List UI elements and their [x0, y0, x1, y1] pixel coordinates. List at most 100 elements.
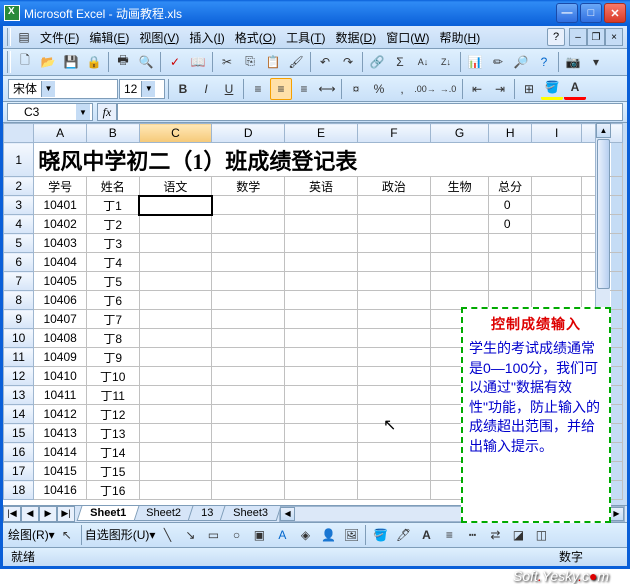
- row-header[interactable]: 13: [4, 386, 34, 405]
- table-row[interactable]: 610404丁4: [4, 253, 623, 272]
- cell[interactable]: [357, 253, 430, 272]
- cell[interactable]: 丁4: [86, 253, 139, 272]
- menu-window[interactable]: 窗口(W): [381, 27, 434, 48]
- header-english[interactable]: 英语: [285, 177, 358, 196]
- increase-indent-button[interactable]: ⇥: [489, 78, 511, 100]
- cell[interactable]: [285, 291, 358, 310]
- cell[interactable]: [212, 215, 285, 234]
- drawing-toggle-button[interactable]: ✏: [487, 51, 509, 73]
- cell[interactable]: [357, 234, 430, 253]
- mdi-minimize-button[interactable]: –: [569, 28, 587, 46]
- prev-sheet-button[interactable]: ◀: [21, 506, 39, 522]
- row-header[interactable]: 8: [4, 291, 34, 310]
- textbox-button[interactable]: ▣: [248, 524, 270, 546]
- row-header[interactable]: 7: [4, 272, 34, 291]
- cell[interactable]: 10408: [34, 329, 87, 348]
- cell[interactable]: [285, 348, 358, 367]
- cell[interactable]: [531, 272, 582, 291]
- help-question-icon[interactable]: ?: [547, 28, 565, 46]
- format-painter-button[interactable]: 🖌: [285, 51, 307, 73]
- scroll-left-button[interactable]: ◀: [280, 507, 295, 521]
- cell[interactable]: 10413: [34, 424, 87, 443]
- fill-color-button[interactable]: 🪣: [369, 524, 391, 546]
- cell[interactable]: [139, 234, 212, 253]
- row-header[interactable]: 3: [4, 196, 34, 215]
- cell[interactable]: [139, 272, 212, 291]
- row-header[interactable]: 6: [4, 253, 34, 272]
- header-biology[interactable]: 生物: [430, 177, 489, 196]
- sort-desc-button[interactable]: Z↓: [435, 51, 457, 73]
- col-header-a[interactable]: A: [34, 124, 87, 143]
- cell[interactable]: [285, 443, 358, 462]
- cell[interactable]: [212, 291, 285, 310]
- table-row[interactable]: 510403丁3: [4, 234, 623, 253]
- permission-button[interactable]: 🔒: [83, 51, 105, 73]
- cell[interactable]: 丁1: [86, 196, 139, 215]
- row-header[interactable]: 5: [4, 234, 34, 253]
- merge-center-button[interactable]: ⟷: [316, 78, 338, 100]
- mdi-close-button[interactable]: ×: [605, 28, 623, 46]
- autosum-button[interactable]: Σ: [389, 51, 411, 73]
- menu-format[interactable]: 格式(O): [230, 27, 281, 48]
- cell[interactable]: [285, 481, 358, 500]
- row-header[interactable]: 2: [4, 177, 34, 196]
- cell[interactable]: [285, 253, 358, 272]
- cell[interactable]: [357, 215, 430, 234]
- cell[interactable]: [139, 386, 212, 405]
- draw-menu[interactable]: 绘图(R)▾: [8, 526, 55, 543]
- scroll-thumb[interactable]: [597, 139, 610, 289]
- cell[interactable]: [357, 443, 430, 462]
- cell[interactable]: [357, 329, 430, 348]
- cell[interactable]: [139, 443, 212, 462]
- row-header[interactable]: 16: [4, 443, 34, 462]
- cell[interactable]: 10405: [34, 272, 87, 291]
- cell[interactable]: [212, 272, 285, 291]
- picture-button[interactable]: 🖼: [340, 524, 362, 546]
- copy-button[interactable]: ⎘: [239, 51, 261, 73]
- currency-button[interactable]: ¤: [345, 78, 367, 100]
- menu-tools[interactable]: 工具(T): [281, 27, 330, 48]
- cell[interactable]: [357, 462, 430, 481]
- tab-sheet3[interactable]: Sheet3: [220, 506, 282, 521]
- cell[interactable]: [489, 234, 531, 253]
- col-header-g[interactable]: G: [430, 124, 489, 143]
- cell[interactable]: [285, 196, 358, 215]
- cell[interactable]: 10414: [34, 443, 87, 462]
- cell[interactable]: 10404: [34, 253, 87, 272]
- col-header-d[interactable]: D: [212, 124, 285, 143]
- header-math[interactable]: 数学: [212, 177, 285, 196]
- rectangle-button[interactable]: ▭: [202, 524, 224, 546]
- cell[interactable]: [139, 253, 212, 272]
- font-size-combo[interactable]: 12▼: [119, 79, 165, 99]
- line-button[interactable]: ╲: [156, 524, 178, 546]
- cell[interactable]: [139, 405, 212, 424]
- cell[interactable]: [285, 329, 358, 348]
- new-button[interactable]: 🗋: [14, 51, 36, 73]
- 3d-button[interactable]: ◫: [530, 524, 552, 546]
- cell[interactable]: [357, 367, 430, 386]
- help-button[interactable]: ?: [533, 51, 555, 73]
- shadow-button[interactable]: ◪: [507, 524, 529, 546]
- options-button[interactable]: ▾: [585, 51, 607, 73]
- cut-button[interactable]: ✂: [216, 51, 238, 73]
- wordart-button[interactable]: A: [271, 524, 293, 546]
- cell[interactable]: [212, 386, 285, 405]
- cell[interactable]: 0: [489, 196, 531, 215]
- cell[interactable]: 丁6: [86, 291, 139, 310]
- save-button[interactable]: 💾: [60, 51, 82, 73]
- cell[interactable]: [285, 310, 358, 329]
- table-row[interactable]: 410402丁20: [4, 215, 623, 234]
- cell[interactable]: [139, 481, 212, 500]
- excel-doc-icon[interactable]: ▤: [13, 26, 35, 48]
- borders-button[interactable]: ⊞: [518, 78, 540, 100]
- row-header[interactable]: 12: [4, 367, 34, 386]
- tab-sheet2[interactable]: Sheet2: [133, 506, 195, 521]
- arrow-button[interactable]: ↘: [179, 524, 201, 546]
- cell[interactable]: [139, 329, 212, 348]
- cell[interactable]: 0: [489, 215, 531, 234]
- cell[interactable]: [430, 215, 489, 234]
- open-button[interactable]: 📂: [37, 51, 59, 73]
- cell[interactable]: 丁14: [86, 443, 139, 462]
- align-right-button[interactable]: ≡: [293, 78, 315, 100]
- cell[interactable]: [212, 348, 285, 367]
